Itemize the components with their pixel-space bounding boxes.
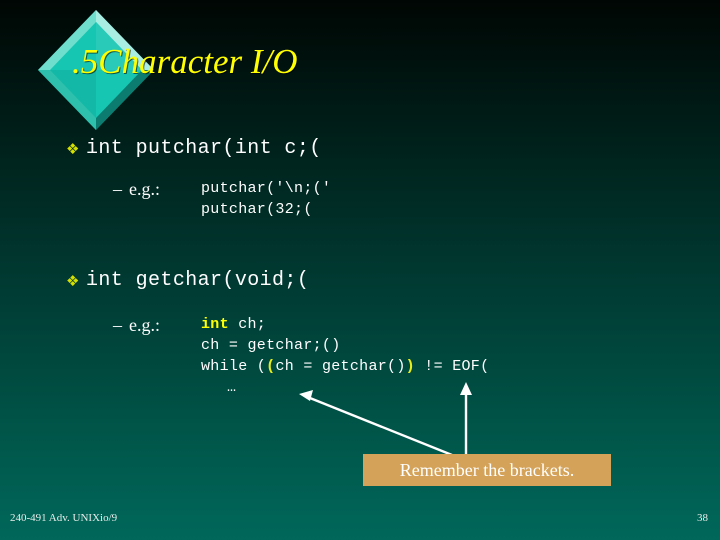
code-line-while: while ((ch = getchar()) != EOF( [201,356,489,377]
slide-canvas: .5Character I/O ❖ int putchar(int c;( – … [0,0,720,540]
code-fragment: ch = getchar() [275,358,406,375]
dash-marker-icon: – [113,179,122,199]
code-block-getchar: int ch; ch = getchar;() while ((ch = get… [201,314,489,398]
code-line-assignment: ch = getchar;() [201,337,341,354]
code-fragment: != EOF( [414,358,490,375]
bullet-item-putchar: ❖ int putchar(int c;( [66,136,322,162]
eg-label-putchar: e.g.: [129,179,160,199]
arrow-to-open-paren-shaft [304,394,453,457]
footer-course-label: 240-491 Adv. UNIXio/9 [10,512,118,524]
bullet-marker-icon: ❖ [66,272,80,290]
footer-page-number: 38 [697,512,708,524]
page-title: .5Character I/O [72,42,298,81]
bullet-text-putchar: int putchar(int c;( [86,137,322,160]
bullet-marker-icon: ❖ [66,140,80,158]
sub-item-putchar-example: – e.g.: putchar('\n;(' putchar(32;( [113,178,331,220]
code-line: putchar('\n;(' [201,180,332,197]
code-line-declaration: int ch; [201,314,489,335]
code-fragment: ch; [228,316,267,333]
dash-marker-icon: – [113,315,122,335]
bullet-text-getchar: int getchar(void;( [86,269,310,292]
code-block-putchar: putchar('\n;(' putchar(32;( [201,178,331,220]
keyword-int: int [201,316,229,333]
code-fragment: while ( [201,358,267,375]
bullet-item-getchar: ❖ int getchar(void;( [66,268,309,294]
code-line: putchar(32;( [201,201,313,218]
highlighted-close-paren: ) [405,358,415,375]
sub-item-getchar-example: – e.g.: int ch; ch = getchar;() while ((… [113,314,489,398]
code-line-ellipsis: … [227,379,239,396]
callout-box: Remember the brackets. [363,454,611,486]
eg-label-getchar: e.g.: [129,315,160,335]
callout-text: Remember the brackets. [399,460,575,480]
